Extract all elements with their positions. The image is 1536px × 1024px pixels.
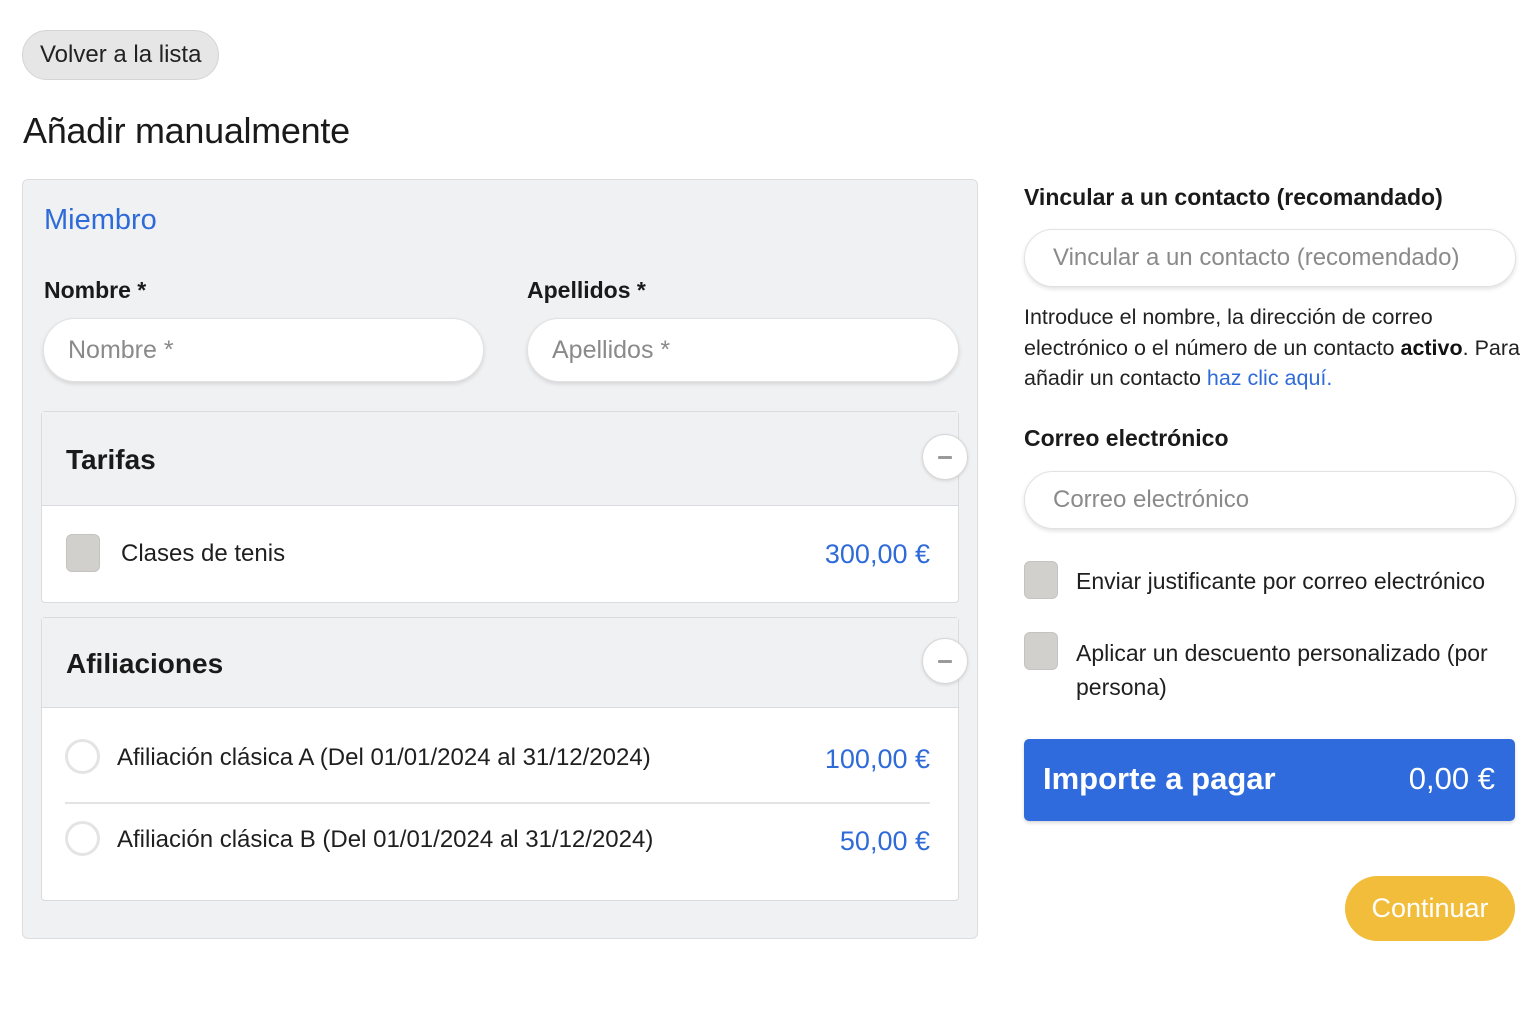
- first-name-input[interactable]: [43, 318, 484, 382]
- tarifas-title: Tarifas: [66, 444, 156, 475]
- afiliacion-b-label: Afiliación clásica B (Del 01/01/2024 al …: [117, 826, 654, 853]
- continue-button[interactable]: Continuar: [1345, 876, 1515, 941]
- email-input[interactable]: [1024, 471, 1516, 529]
- afiliaciones-group: Afiliaciones Afiliación clásica A (Del 0…: [41, 617, 968, 901]
- afiliacion-a-label: Afiliación clásica A (Del 01/01/2024 al …: [117, 744, 651, 771]
- afiliacion-b-price: 50,00 €: [839, 826, 930, 856]
- tarifa-label: Clases de tenis: [121, 540, 286, 567]
- afiliacion-a-radio[interactable]: [65, 739, 100, 774]
- tarifas-collapse-button[interactable]: [922, 434, 968, 480]
- afiliacion-row-b[interactable]: Afiliación clásica B (Del 01/01/2024 al …: [42, 804, 958, 898]
- afiliacion-b-radio[interactable]: [65, 821, 100, 856]
- member-card: Miembro Nombre * Apellidos * Tarifas Cla…: [22, 179, 978, 939]
- send-receipt-checkbox[interactable]: [1024, 561, 1058, 599]
- minus-icon: [938, 455, 952, 459]
- page-title: Añadir manualmente: [23, 110, 350, 151]
- tarifa-checkbox[interactable]: [66, 534, 100, 572]
- page: Volver a la lista Añadir manualmente Mie…: [0, 0, 1536, 1024]
- minus-icon: [938, 659, 952, 663]
- tarifa-row[interactable]: Clases de tenis 300,00 €: [42, 506, 958, 602]
- last-name-label: Apellidos *: [527, 277, 646, 303]
- total-value: 0,00 €: [1408, 761, 1495, 796]
- tarifas-group: Tarifas Clases de tenis 300,00 €: [41, 411, 968, 603]
- send-receipt-label[interactable]: Enviar justificante por correo electróni…: [1076, 564, 1496, 598]
- tarifas-header: Tarifas: [42, 412, 968, 506]
- afiliacion-row-a[interactable]: Afiliación clásica A (Del 01/01/2024 al …: [42, 708, 958, 803]
- email-label: Correo electrónico: [1024, 425, 1229, 451]
- contact-search-input[interactable]: [1024, 229, 1516, 287]
- help-text-bold: activo: [1400, 335, 1463, 360]
- add-contact-link[interactable]: haz clic aquí.: [1207, 366, 1332, 390]
- help-text-start: Introduce el nombre, la dirección de cor…: [1024, 305, 1433, 360]
- back-to-list-button[interactable]: Volver a la lista: [22, 30, 220, 80]
- custom-discount-label[interactable]: Aplicar un descuento personalizado (por …: [1076, 636, 1496, 704]
- afiliaciones-header: Afiliaciones: [42, 618, 968, 708]
- first-name-label: Nombre *: [44, 277, 147, 303]
- total-amount-bar: Importe a pagar 0,00 €: [1024, 739, 1515, 821]
- tarifa-price: 300,00 €: [824, 539, 930, 569]
- contact-help-text: Introduce el nombre, la dirección de cor…: [1024, 302, 1524, 394]
- afiliacion-a-price: 100,00 €: [824, 744, 930, 774]
- member-section-title: Miembro: [44, 204, 157, 236]
- contact-label: Vincular a un contacto (recomandado): [1024, 184, 1443, 210]
- total-label: Importe a pagar: [1043, 761, 1276, 796]
- custom-discount-checkbox[interactable]: [1024, 632, 1058, 670]
- last-name-input[interactable]: [527, 318, 959, 382]
- afiliaciones-collapse-button[interactable]: [922, 638, 968, 684]
- afiliaciones-title: Afiliaciones: [66, 648, 224, 679]
